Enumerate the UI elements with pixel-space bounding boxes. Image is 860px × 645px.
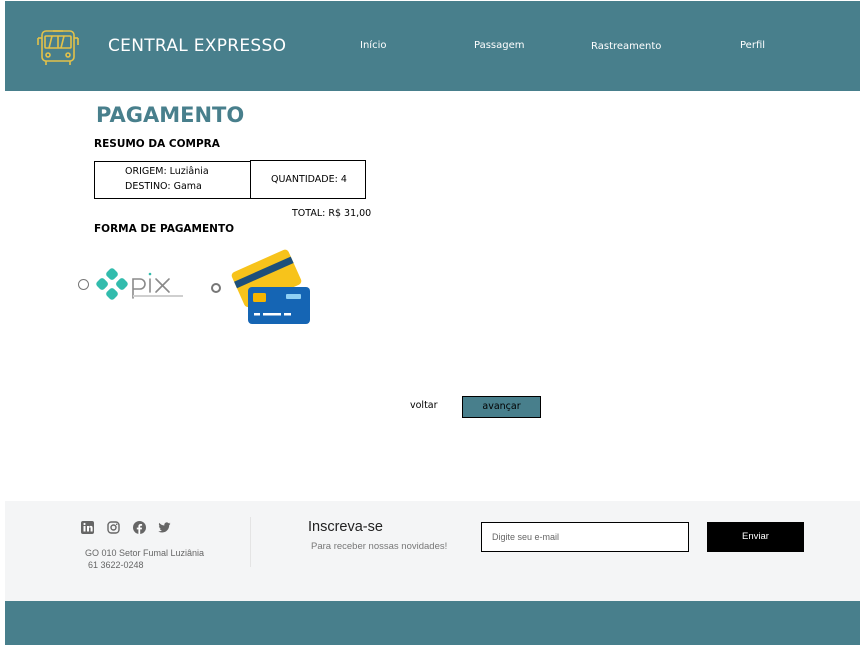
nav-rastreamento[interactable]: Rastreamento — [591, 41, 661, 52]
route-summary-box: ORIGEM: Luziânia DESTINO: Gama — [94, 161, 251, 199]
linkedin-icon[interactable] — [81, 521, 94, 534]
instagram-icon[interactable] — [107, 521, 120, 534]
bus-logo-icon — [37, 30, 79, 65]
pix-radio[interactable] — [78, 279, 89, 290]
twitter-icon[interactable] — [158, 521, 171, 534]
total-price: TOTAL: R$ 31,00 — [292, 208, 372, 219]
subscribe-title: Inscreva-se — [308, 519, 383, 535]
next-button[interactable]: avançar — [462, 396, 541, 418]
summary-title: RESUMO DA COMPRA — [94, 138, 220, 150]
page-title: PAGAMENTO — [96, 103, 245, 127]
card-radio[interactable] — [211, 283, 221, 293]
nav-perfil[interactable]: Perfil — [740, 40, 765, 51]
footer-divider — [250, 517, 251, 567]
bottom-bar — [5, 601, 860, 645]
payment-method-title: FORMA DE PAGAMENTO — [94, 223, 235, 235]
facebook-icon[interactable] — [133, 521, 146, 534]
pix-logo-icon[interactable] — [96, 266, 188, 302]
credit-card-icon[interactable] — [229, 249, 311, 325]
quantity-text: QUANTIDADE: 4 — [271, 174, 347, 185]
send-button[interactable]: Enviar — [707, 522, 804, 552]
origin-text: ORIGEM: Luziânia — [125, 166, 209, 177]
subscribe-text: Para receber nossas novidades! — [311, 541, 448, 552]
brand-name[interactable]: CENTRAL EXPRESSO — [108, 36, 286, 56]
phone-line: 61 3622-0248 — [88, 560, 144, 570]
quantity-box: QUANTIDADE: 4 — [250, 160, 366, 199]
header: CENTRAL EXPRESSO — [5, 1, 860, 91]
nav-passagem[interactable]: Passagem — [474, 40, 525, 51]
email-input[interactable] — [481, 522, 689, 552]
destination-text: DESTINO: Gama — [125, 181, 202, 192]
address-line: GO 010 Setor Fumal Luziânia — [85, 548, 205, 558]
footer-address: GO 010 Setor Fumal Luziânia 61 3622-0248 — [85, 547, 204, 571]
back-button[interactable]: voltar — [410, 400, 438, 411]
nav-inicio[interactable]: Início — [360, 40, 386, 51]
